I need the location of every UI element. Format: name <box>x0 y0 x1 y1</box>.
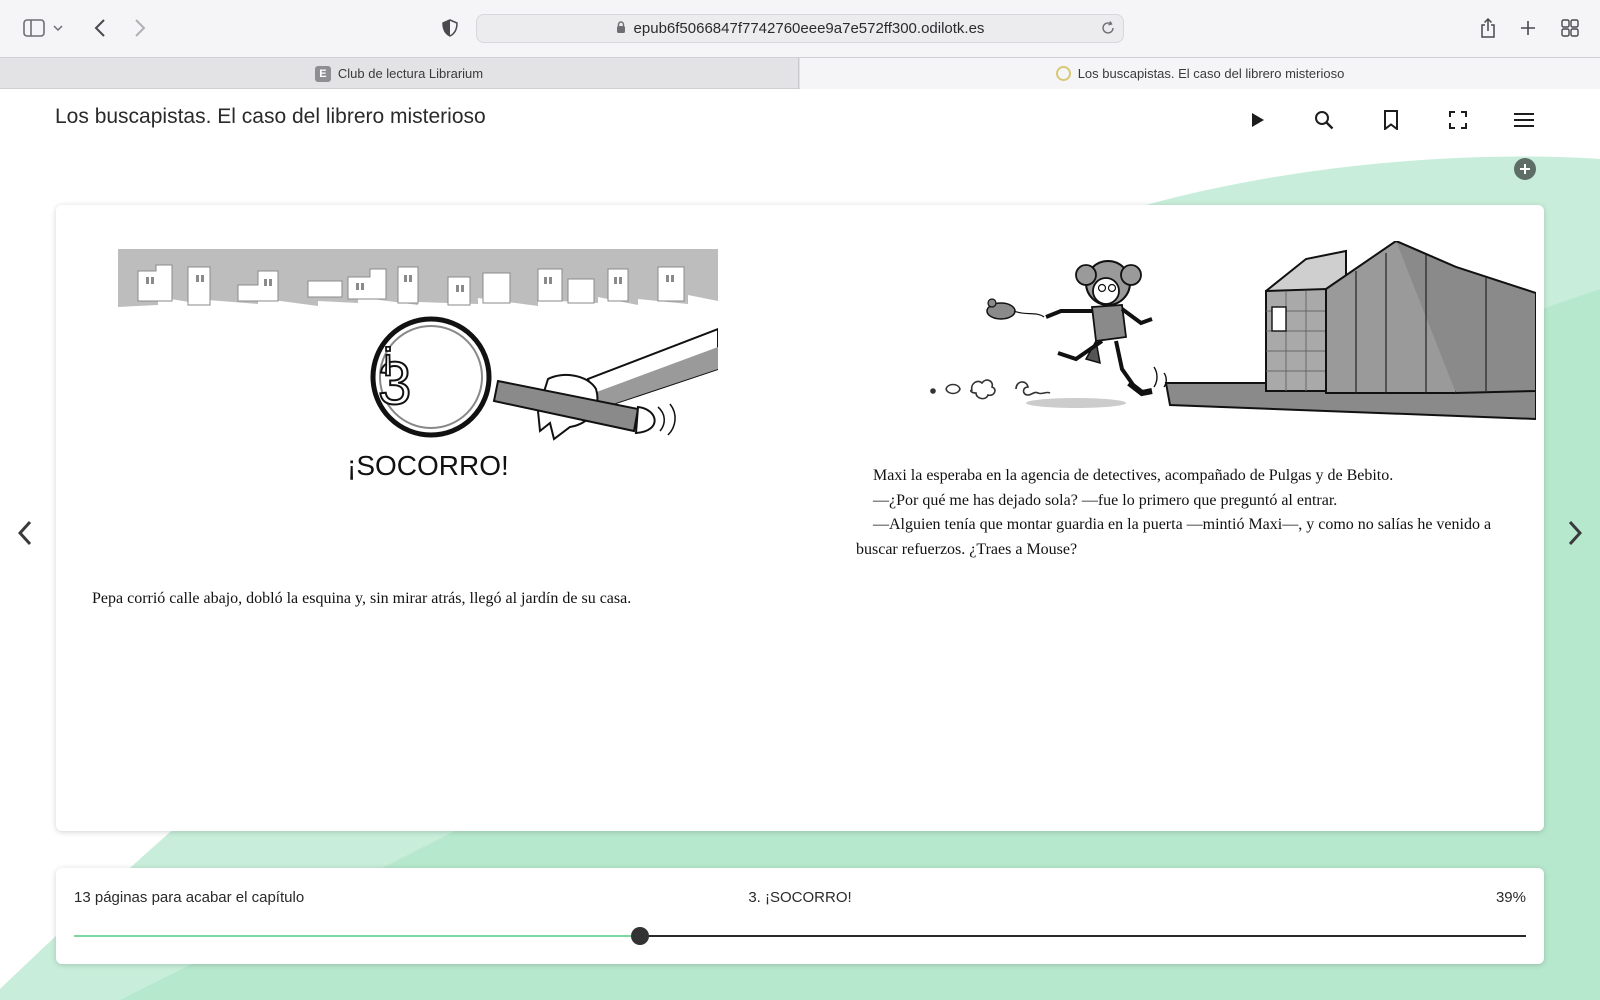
book-page-spread: 3 ¡ ¡SOCORRO! Pepa corrió calle abajo, d… <box>56 205 1544 831</box>
next-page-icon[interactable] <box>1563 515 1587 551</box>
chapter-label: 3. ¡SOCORRO! <box>748 889 852 906</box>
share-icon[interactable] <box>1474 14 1502 42</box>
forward-icon[interactable] <box>126 14 154 42</box>
ebook-reader: Los buscapistas. El caso del librero mis… <box>0 89 1600 1000</box>
sidebar-toggle-icon[interactable] <box>20 14 48 42</box>
new-tab-icon[interactable] <box>1514 14 1542 42</box>
tab-favicon: E <box>314 65 331 82</box>
tab-club-de-lectura[interactable]: E Club de lectura Librarium <box>0 58 799 89</box>
girl-running-illustration <box>930 241 1536 421</box>
percent-label: 39% <box>1495 889 1526 906</box>
search-icon[interactable] <box>1310 106 1338 134</box>
chapter-heading-art: ¡SOCORRO! <box>347 450 509 481</box>
progress-slider-thumb[interactable] <box>631 927 650 945</box>
right-page-paragraph: —¿Por qué me has dejado sola? —fue lo pr… <box>873 491 1338 509</box>
back-icon[interactable] <box>86 14 114 42</box>
right-page-text: Maxi la esperaba en la agencia de detect… <box>856 464 1516 562</box>
fullscreen-icon[interactable] <box>1444 106 1472 134</box>
tab-label: Los buscapistas. El caso del librero mis… <box>1077 66 1345 81</box>
url-text: epub6f5066847f7742760eee9a7e572ff300.odi… <box>633 20 985 37</box>
bookmark-icon[interactable] <box>1377 106 1405 134</box>
play-icon[interactable] <box>1244 106 1272 134</box>
privacy-shield-icon[interactable] <box>436 14 464 42</box>
reload-icon[interactable] <box>1101 21 1115 39</box>
add-icon[interactable] <box>1514 158 1536 180</box>
book-title: Los buscapistas. El caso del librero mis… <box>55 105 486 128</box>
loading-favicon-icon <box>1055 66 1071 81</box>
right-page-paragraph: Maxi la esperaba en la agencia de detect… <box>873 467 1394 484</box>
progress-slider[interactable] <box>74 927 1526 945</box>
tab-overview-icon[interactable] <box>1556 14 1584 42</box>
left-page-paragraph: Pepa corrió calle abajo, dobló la esquin… <box>92 590 632 607</box>
address-bar[interactable]: epub6f5066847f7742760eee9a7e572ff300.odi… <box>476 14 1124 43</box>
reading-progress-panel: 13 páginas para acabar el capítulo 3. ¡S… <box>56 868 1544 964</box>
menu-icon[interactable] <box>1510 106 1538 134</box>
tab-label: Club de lectura Librarium <box>337 66 484 81</box>
lock-icon <box>616 20 626 37</box>
prev-page-icon[interactable] <box>13 515 37 551</box>
tab-book[interactable]: Los buscapistas. El caso del librero mis… <box>800 58 1600 89</box>
right-page-paragraph: —Alguien tenía que montar guardia en la … <box>856 516 1492 558</box>
svg-text:¡: ¡ <box>381 331 395 378</box>
browser-toolbar: epub6f5066847f7742760eee9a7e572ff300.odi… <box>0 0 1600 57</box>
progress-fill <box>74 935 641 937</box>
chevron-down-icon[interactable] <box>50 14 66 42</box>
tab-bar: E Club de lectura Librarium Los buscapis… <box>0 57 1600 89</box>
chapter-opener-illustration: 3 ¡ ¡SOCORRO! <box>118 249 718 481</box>
